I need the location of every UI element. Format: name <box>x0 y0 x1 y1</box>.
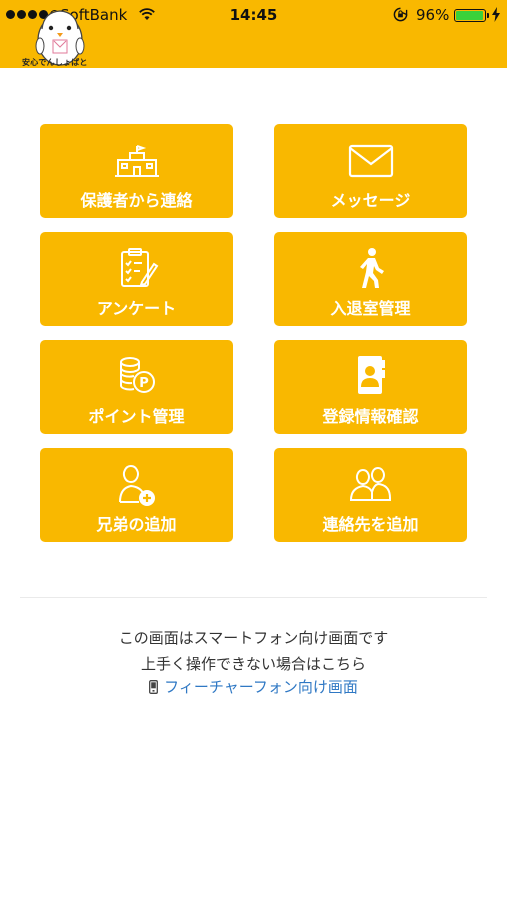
contacts-group-icon <box>349 467 391 501</box>
battery-icon <box>454 9 489 22</box>
walking-person-icon <box>359 248 384 288</box>
battery-percent: 96% <box>416 6 450 24</box>
footer-note-line2: 上手く操作できない場合はこちら <box>140 655 366 673</box>
svg-text:P: P <box>139 376 149 391</box>
menu-item-label: 入退室管理 <box>330 299 411 318</box>
menu-item-label: メッセージ <box>330 191 411 210</box>
rotation-lock-icon <box>393 7 408 22</box>
feature-phone-link-row: フィーチャーフォン向け画面 <box>0 676 507 697</box>
menu-item-label: ポイント管理 <box>88 407 185 426</box>
envelope-icon <box>348 144 393 178</box>
menu-item-label: 登録情報確認 <box>322 407 419 426</box>
add-user-icon <box>118 465 155 506</box>
menu-item-add-contact[interactable]: 連絡先を追加 <box>274 448 467 542</box>
mobile-phone-icon <box>149 680 159 694</box>
charging-bolt-icon <box>492 7 500 22</box>
footer-note-line1: この画面はスマートフォン向け画面です <box>118 629 389 647</box>
section-divider <box>20 597 487 598</box>
menu-item-points[interactable]: P ポイント管理 <box>40 340 233 434</box>
logo-text: 安心でんしょばと <box>22 58 88 67</box>
feature-phone-link[interactable]: フィーチャーフォン向け画面 <box>164 678 358 696</box>
school-icon <box>114 145 159 177</box>
clipboard-pen-icon <box>120 248 158 287</box>
menu-item-attendance[interactable]: 入退室管理 <box>274 232 467 326</box>
menu-item-parent-contact[interactable]: 保護者から連絡 <box>40 124 233 218</box>
menu-item-registration-info[interactable]: 登録情報確認 <box>274 340 467 434</box>
menu-item-add-sibling[interactable]: 兄弟の追加 <box>40 448 233 542</box>
app-header: SoftBank 14:45 96% 安心でんしょばと <box>0 0 507 68</box>
id-card-icon <box>357 356 385 394</box>
menu-item-label: 保護者から連絡 <box>80 191 193 210</box>
menu-item-messages[interactable]: メッセージ <box>274 124 467 218</box>
menu-item-survey[interactable]: アンケート <box>40 232 233 326</box>
menu-item-label: 連絡先を追加 <box>322 515 419 534</box>
menu-item-label: 兄弟の追加 <box>96 515 177 534</box>
coins-point-icon: P <box>119 357 155 393</box>
menu-item-label: アンケート <box>96 299 177 318</box>
